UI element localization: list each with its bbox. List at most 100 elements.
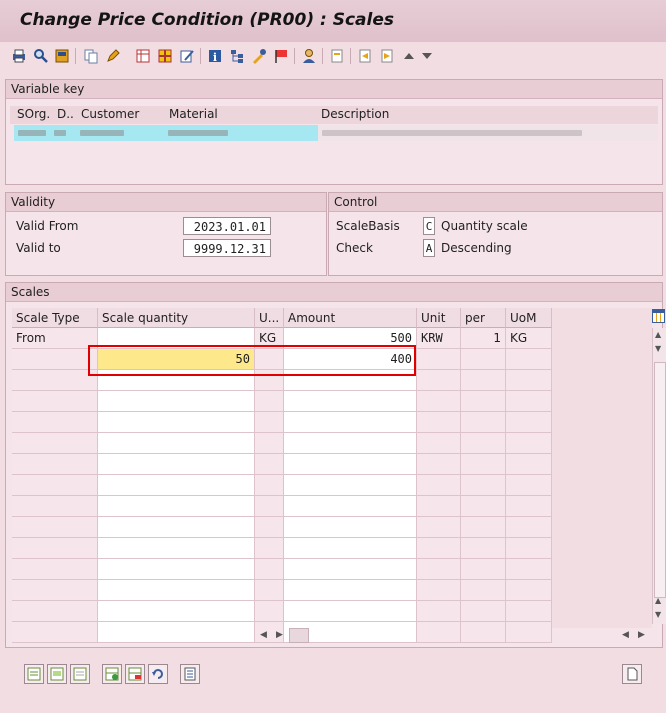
next-page-icon[interactable] [378,47,395,64]
hierarchy-icon[interactable] [228,47,245,64]
amount-cell[interactable] [284,559,417,580]
amount-cell[interactable] [284,454,417,475]
copy-icon[interactable] [82,47,99,64]
col-uom[interactable]: UoM [506,308,552,328]
tools-icon[interactable] [250,47,267,64]
quantity-unit-cell [255,433,284,454]
amount-cell[interactable] [284,475,417,496]
col-scale-quantity[interactable]: Scale quantity [98,308,255,328]
column-settings-icon[interactable] [652,309,665,323]
unit-cell [417,496,461,517]
unit-cell [417,538,461,559]
scale-quantity-cell[interactable] [98,580,255,601]
amount-cell[interactable] [284,580,417,601]
svg-text:i: i [212,51,216,64]
undo-button[interactable] [148,664,168,684]
uom-cell [506,349,552,370]
scale-quantity-cell[interactable] [98,391,255,412]
edit-icon[interactable] [104,47,121,64]
amount-cell[interactable] [284,412,417,433]
scales-table: Scale Type Scale quantity U... Amount Un… [12,308,652,644]
col-scale-type[interactable]: Scale Type [12,308,98,328]
amount-cell[interactable] [284,391,417,412]
edit-text-icon[interactable] [178,47,195,64]
insert-row-button[interactable] [102,664,122,684]
amount-cell[interactable] [284,601,417,622]
unit-cell: KRW [417,328,461,349]
document-icon[interactable] [328,47,345,64]
save-as-icon[interactable] [53,47,70,64]
selection-highlight [88,345,416,376]
per-cell [461,496,506,517]
scale-type-cell [12,517,98,538]
scroll-up-icon[interactable]: ▲ [655,596,661,605]
scale-quantity-cell[interactable] [98,412,255,433]
scale-quantity-cell[interactable] [98,454,255,475]
scroll-down-icon[interactable]: ▼ [655,610,661,619]
delete-row-button[interactable] [125,664,145,684]
new-document-button[interactable] [622,664,642,684]
col-per[interactable]: per [461,308,506,328]
amount-cell[interactable] [284,517,417,538]
scroll-right-icon[interactable]: ▶ [276,630,283,640]
deselect-all-button[interactable] [70,664,90,684]
col-d: D.. [57,107,74,121]
unit-cell [417,349,461,370]
uom-cell [506,454,552,475]
check-key[interactable]: A [423,239,435,257]
scroll-up-icon[interactable]: ▲ [655,330,661,339]
quantity-unit-cell [255,496,284,517]
scroll-down-icon[interactable] [418,47,435,64]
valid-to-input[interactable]: 9999.12.31 [183,239,271,257]
select-all-button[interactable] [24,664,44,684]
unit-cell [417,433,461,454]
per-cell [461,433,506,454]
uom-cell [506,601,552,622]
find-icon[interactable] [32,47,49,64]
scroll-left-icon[interactable]: ◀ [622,630,629,640]
amount-cell[interactable] [284,538,417,559]
user-icon[interactable] [300,47,317,64]
print-icon[interactable] [10,47,27,64]
vertical-scroll-thumb[interactable] [654,362,666,598]
uom-cell [506,496,552,517]
scroll-down-icon[interactable]: ▼ [655,344,661,353]
table-icon[interactable] [134,47,151,64]
scale-quantity-cell[interactable] [98,496,255,517]
scale-quantity-cell[interactable] [98,538,255,559]
table-empty-area [552,308,652,628]
col-amount[interactable]: Amount [284,308,417,328]
details-button[interactable] [180,664,200,684]
unit-cell [417,517,461,538]
col-sorg: SOrg. [17,107,51,121]
col-unit[interactable]: Unit [417,308,461,328]
scroll-left-icon[interactable]: ◀ [260,630,267,640]
scale-quantity-cell[interactable] [98,517,255,538]
scroll-up-icon[interactable] [400,47,417,64]
toolbar-separator [200,48,201,64]
select-block-button[interactable] [47,664,67,684]
amount-cell[interactable] [284,496,417,517]
blurred-value [54,130,66,136]
first-page-icon[interactable] [356,47,373,64]
variable-key-row[interactable] [14,125,318,141]
scale-quantity-cell[interactable] [98,433,255,454]
scale-quantity-cell[interactable] [98,622,255,643]
info-icon[interactable]: i [206,47,223,64]
org-icon[interactable] [156,47,173,64]
scale-basis-key[interactable]: C [423,217,435,235]
col-customer: Customer [81,107,140,121]
unit-cell [417,370,461,391]
application-toolbar: i [0,42,666,70]
scale-quantity-cell[interactable] [98,475,255,496]
toolbar-separator [294,48,295,64]
amount-cell[interactable] [284,433,417,454]
vertical-scrollbar[interactable]: ▲ ▼ ▲ ▼ [652,328,666,624]
col-quantity-unit[interactable]: U... [255,308,284,328]
scroll-right-icon[interactable]: ▶ [638,630,645,640]
valid-from-input[interactable]: 2023.01.01 [183,217,271,235]
horizontal-scroll-thumb[interactable] [289,628,309,643]
scale-quantity-cell[interactable] [98,559,255,580]
flag-icon[interactable] [272,47,289,64]
scale-quantity-cell[interactable] [98,601,255,622]
